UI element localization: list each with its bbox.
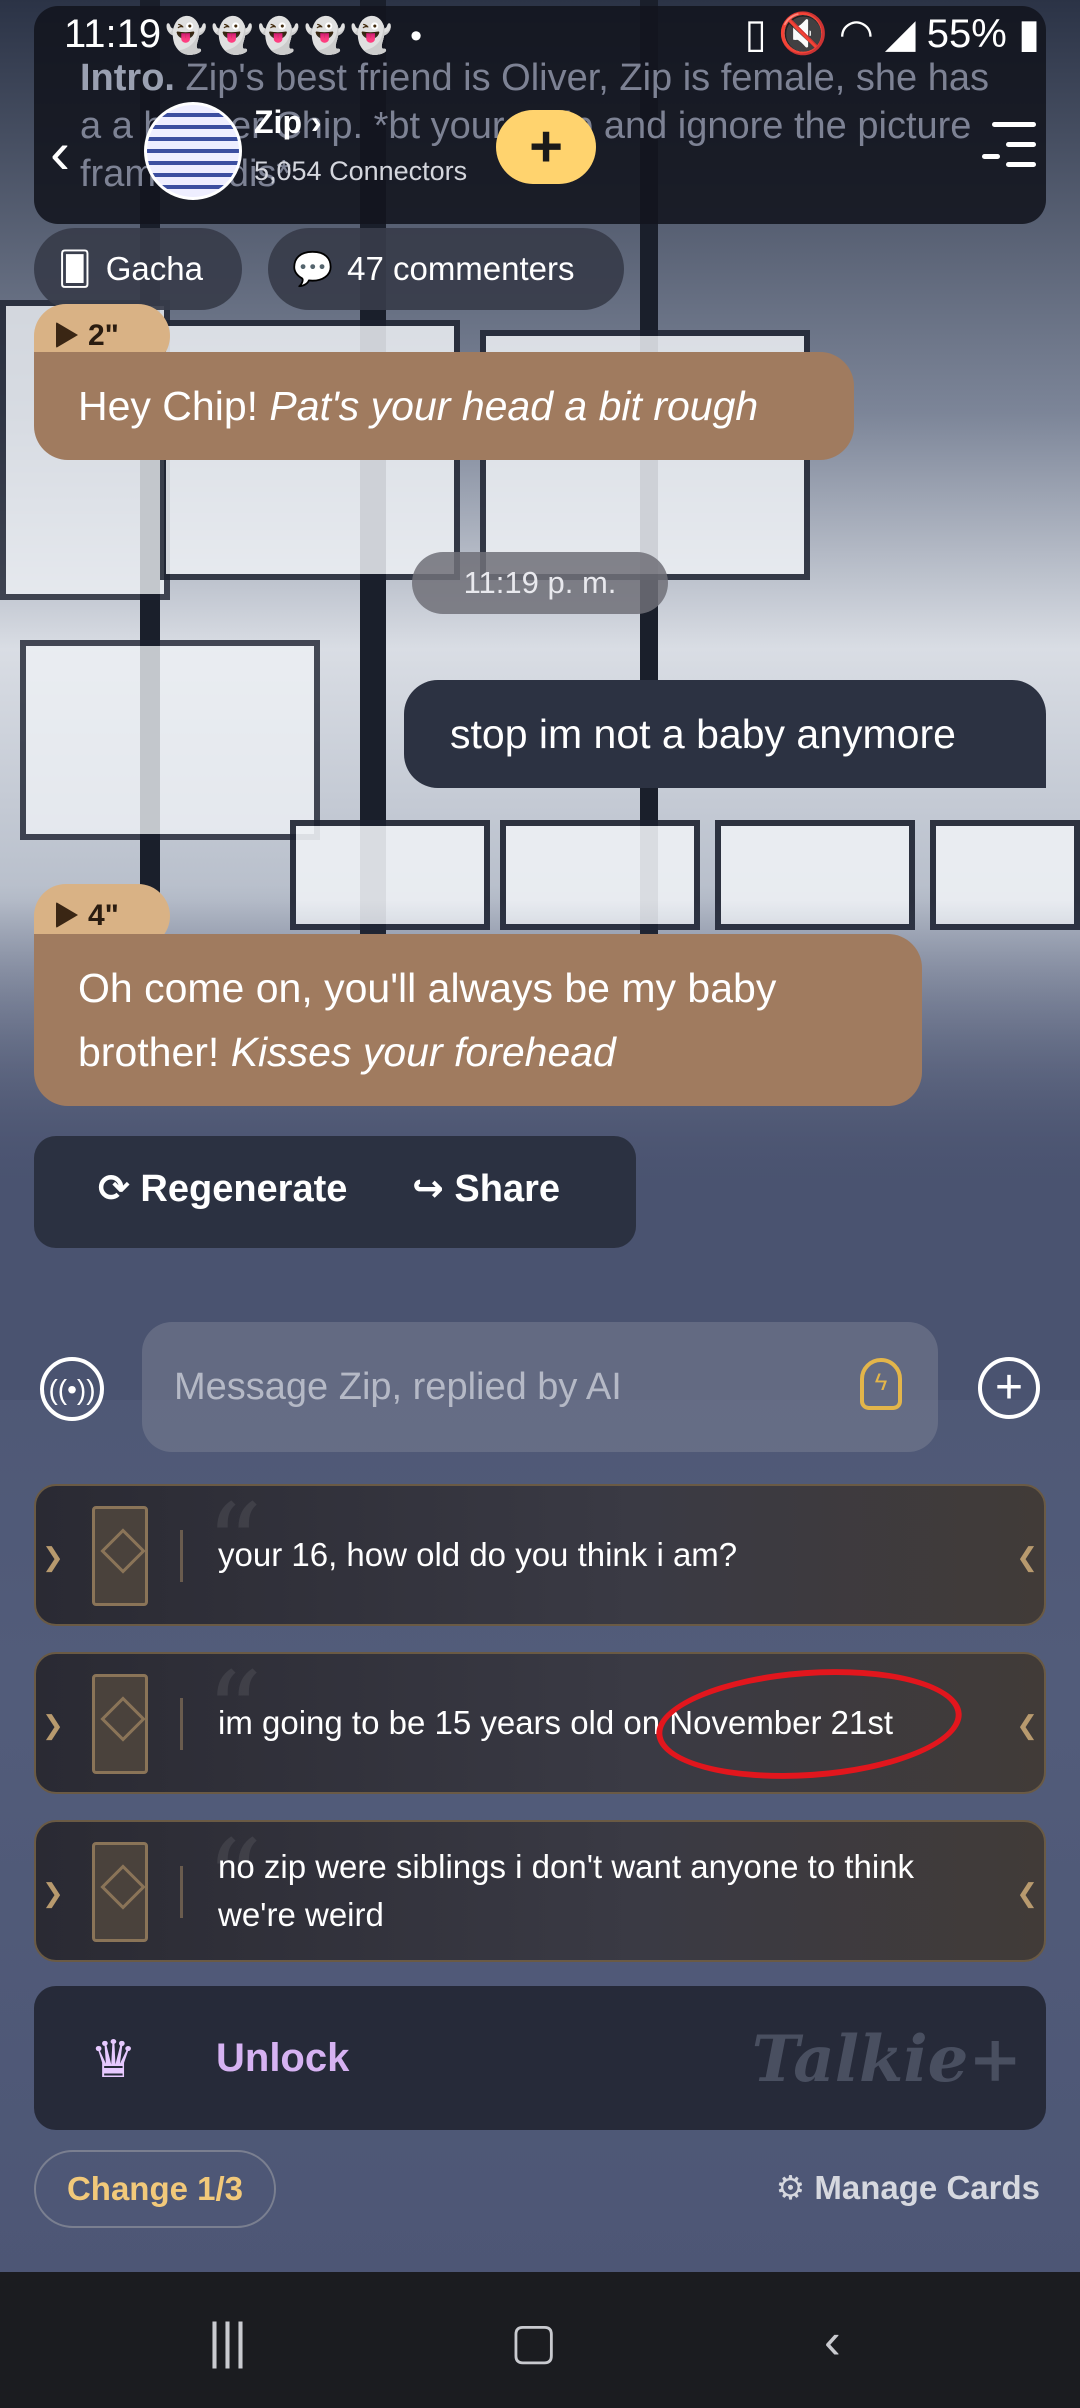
recents-icon[interactable]: ||| <box>208 2312 247 2370</box>
connectors-count: 5,054 Connectors <box>254 156 468 186</box>
menu-icon[interactable] <box>980 116 1036 176</box>
status-bar: 11:19 👻👻👻👻👻 • ▯ 🔇 ◠ ◢ 55% ▮ <box>0 0 1080 70</box>
reply-card-text: no zip were siblings i don't want anyone… <box>218 1848 915 1933</box>
unlock-card[interactable]: ♛ Unlock Talkie+ <box>34 1986 1046 2130</box>
comments-icon: 💬 <box>292 250 334 287</box>
regenerate-button[interactable]: ⟳ Regenerate <box>98 1166 347 1211</box>
left-ornament-icon: ❯ <box>42 1878 64 1908</box>
home-icon[interactable]: ▢ <box>510 2312 557 2370</box>
left-ornament-icon: ❯ <box>42 1710 64 1740</box>
reply-card[interactable]: “ ❯ your 16, how old do you think i am? … <box>34 1480 1046 1626</box>
mute-icon: 🔇 <box>777 12 828 56</box>
message-actions: ⟳ Regenerate ↪ Share <box>34 1136 636 1248</box>
voice-call-icon[interactable]: ((•)) <box>40 1357 104 1421</box>
vibrate-icon: ▯ <box>744 12 767 56</box>
add-icon[interactable]: + <box>978 1357 1040 1419</box>
bot-name[interactable]: Zip › <box>254 104 322 141</box>
message-input[interactable]: Message Zip, replied by AI ϟ <box>142 1322 938 1452</box>
gacha-chip[interactable]: 🂠 Gacha <box>34 228 242 310</box>
user-message-bubble[interactable]: stop im not a baby anymore <box>404 680 1046 788</box>
crown-icon: ♛ <box>90 2031 137 2089</box>
chevron-right-icon: › <box>310 104 322 140</box>
notification-ghost-icons: 👻👻👻👻👻 • <box>165 17 427 55</box>
system-icons: ▯ 🔇 ◠ ◢ 55% ▮ <box>745 10 1040 57</box>
play-icon <box>56 902 78 928</box>
share-button[interactable]: ↪ Share <box>412 1166 560 1211</box>
ai-message-bubble[interactable]: Oh come on, you'll always be my baby bro… <box>34 934 922 1106</box>
card-thumbnail-icon <box>92 1506 148 1606</box>
message-timestamp: 11:19 p. m. <box>412 552 668 614</box>
follow-plus-button[interactable]: + <box>496 110 596 184</box>
share-icon: ↪ <box>412 1168 444 1210</box>
manage-cards-button[interactable]: ⚙ Manage Cards <box>776 2168 1040 2207</box>
battery-level: 55% <box>926 12 1007 56</box>
lightbulb-icon[interactable]: ϟ <box>860 1358 902 1410</box>
back-chevron-icon[interactable]: ‹ <box>50 118 70 187</box>
reply-card-text: your 16, how old do you think i am? <box>218 1536 738 1573</box>
refresh-icon: ⟳ <box>98 1168 130 1210</box>
battery-icon: ▮ <box>1017 12 1040 56</box>
ai-message-bubble[interactable]: Hey Chip! Pat's your head a bit rough <box>34 352 854 460</box>
message-input-placeholder: Message Zip, replied by AI <box>174 1366 622 1408</box>
signal-icon: ◢ <box>884 12 916 56</box>
unlock-label: Unlock <box>216 2036 350 2080</box>
left-ornament-icon: ❯ <box>42 1542 64 1572</box>
gear-icon: ⚙ <box>775 2169 806 2206</box>
talkie-watermark: Talkie+ <box>751 2022 1022 2097</box>
right-ornament-icon: ❮ <box>1016 1878 1038 1908</box>
wifi-icon: ◠ <box>838 12 874 56</box>
system-nav-bar: ||| ▢ ‹ <box>0 2272 1080 2408</box>
avatar[interactable] <box>144 102 242 200</box>
right-ornament-icon: ❮ <box>1016 1542 1038 1572</box>
right-ornament-icon: ❮ <box>1016 1710 1038 1740</box>
card-thumbnail-icon <box>92 1842 148 1942</box>
commenters-chip[interactable]: 💬 47 commenters <box>268 228 624 310</box>
reply-card[interactable]: “ ❯ no zip were siblings i don't want an… <box>34 1816 1046 1962</box>
status-time: 11:19 <box>64 12 162 56</box>
back-icon[interactable]: ‹ <box>824 2312 841 2370</box>
card-thumbnail-icon <box>92 1674 148 1774</box>
play-icon <box>56 322 78 348</box>
change-button[interactable]: Change 1/3 <box>34 2150 276 2228</box>
cards-icon: 🂠 <box>58 250 92 287</box>
